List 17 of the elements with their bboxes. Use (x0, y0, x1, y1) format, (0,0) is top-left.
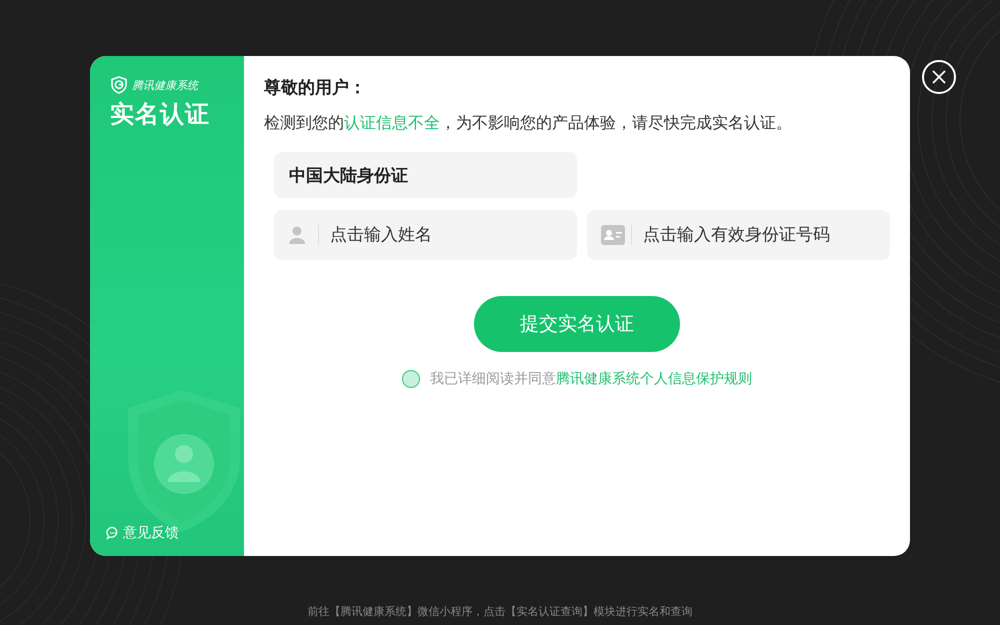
submit-button[interactable]: 提交实名认证 (474, 296, 680, 352)
notice-text: 检测到您的认证信息不全，为不影响您的产品体验，请尽快完成实名认证。 (264, 113, 793, 134)
feedback-link[interactable]: 意见反馈 (106, 524, 179, 542)
close-button[interactable] (922, 60, 956, 94)
shield-logo-icon (110, 76, 128, 94)
id-type-select[interactable]: 中国大陆身份证 (274, 152, 577, 198)
greeting-text: 尊敬的用户： (264, 77, 367, 99)
agreement-checkbox[interactable] (402, 370, 420, 388)
close-icon (931, 69, 947, 85)
privacy-rules-link[interactable]: 腾讯健康系统个人信息保护规则 (556, 370, 752, 388)
sidebar-title: 实名认证 (110, 99, 211, 130)
brand-name: 腾讯健康系统 (132, 78, 198, 92)
input-field[interactable]: 点击输入有效身份证号码 (587, 210, 890, 260)
input-field[interactable]: 点击输入姓名 (274, 210, 577, 260)
chat-bubble-icon (106, 526, 120, 540)
agreement-text: 我已详细阅读并同意 (430, 370, 556, 388)
footer-hint: 前往【腾讯健康系统】微信小程序，点击【实名认证查询】模块进行实名和查询 (308, 604, 692, 619)
